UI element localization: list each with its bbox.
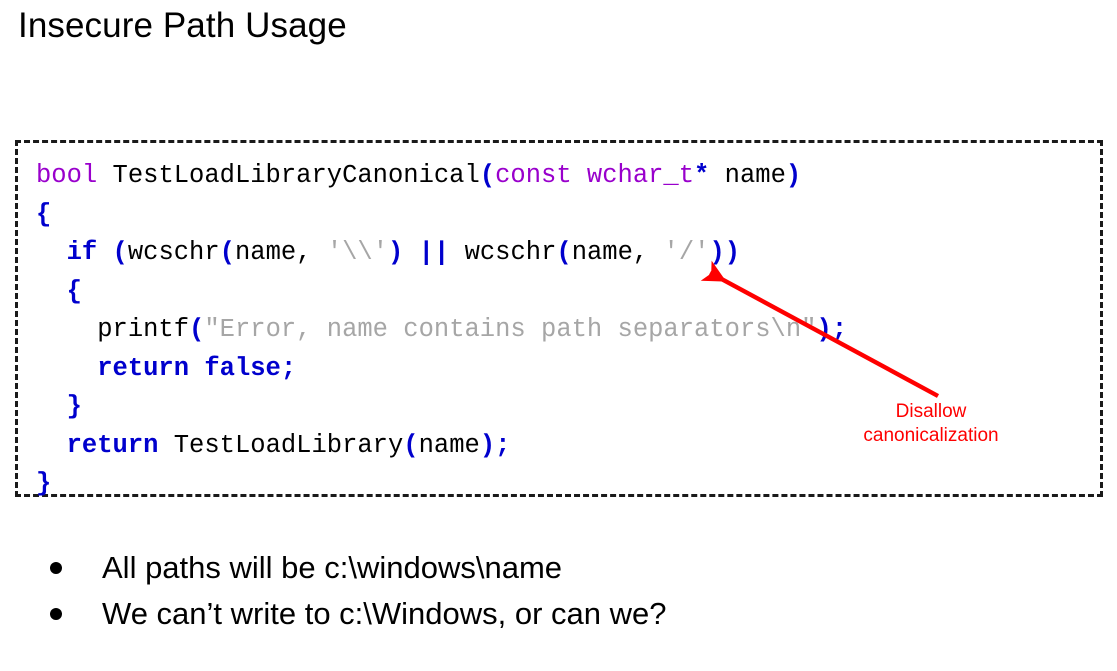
code-token: ( xyxy=(219,238,235,267)
code-token: ); xyxy=(479,430,511,460)
code-token: || xyxy=(418,238,450,267)
list-item-label: All paths will be c:\windows\name xyxy=(102,550,563,585)
code-token: { xyxy=(36,199,52,229)
list-item: We can’t write to c:\Windows, or can we? xyxy=(40,591,667,637)
code-line: } xyxy=(36,465,847,504)
list-item-label: We can’t write to c:\Windows, or can we? xyxy=(102,596,667,631)
code-token: ( xyxy=(112,238,128,267)
code-token: if xyxy=(66,238,98,267)
code-line: printf("Error, name contains path separa… xyxy=(36,311,847,350)
code-token: return false; xyxy=(97,353,297,383)
code-token: name, xyxy=(234,238,327,267)
bullet-dot-icon xyxy=(50,562,62,574)
page-title: Insecure Path Usage xyxy=(18,6,347,45)
code-token: '\\' xyxy=(326,238,389,267)
code-line: return TestLoadLibrary(name); xyxy=(36,427,847,466)
code-token: * xyxy=(694,161,710,190)
code-token: } xyxy=(36,469,52,498)
code-token: return xyxy=(66,430,159,460)
code-token: ) xyxy=(388,238,404,267)
code-token: printf xyxy=(97,315,190,344)
list-item: All paths will be c:\windows\name xyxy=(40,545,667,591)
code-token: '/' xyxy=(663,238,710,267)
code-token: wcschr xyxy=(449,238,557,267)
code-token: bool xyxy=(36,161,98,190)
code-token: name xyxy=(418,430,480,460)
code-line: bool TestLoadLibraryCanonical(const wcha… xyxy=(36,157,847,196)
code-line: { xyxy=(36,273,847,312)
code-token: ( xyxy=(403,430,419,460)
code-token: name, xyxy=(571,238,664,267)
annotation-line-1: Disallow xyxy=(895,401,967,422)
code-token: TestLoadLibrary xyxy=(173,430,404,460)
code-token: wcschr xyxy=(127,238,220,267)
code-token: )) xyxy=(709,238,741,267)
annotation-callout: Disallow canonicalization xyxy=(845,400,1017,448)
code-token: TestLoadLibraryCanonical xyxy=(112,161,480,190)
code-line: { xyxy=(36,196,847,235)
code-line: return false; xyxy=(36,350,847,389)
code-line: if (wcschr(name, '\\') || wcschr(name, '… xyxy=(36,234,847,273)
code-token: { xyxy=(66,276,82,306)
bullet-list: All paths will be c:\windows\name We can’… xyxy=(40,545,667,637)
code-line: } xyxy=(36,388,847,427)
code-token: ) xyxy=(785,161,802,190)
code-token: ); xyxy=(816,315,848,344)
code-token: } xyxy=(66,392,82,421)
code-token: ( xyxy=(479,161,496,190)
code-token: "Error, name contains path separators\n" xyxy=(204,315,817,344)
code-token: const wchar_t xyxy=(495,161,695,190)
bullet-dot-icon xyxy=(50,608,62,620)
code-token: name xyxy=(709,161,786,190)
code-token: ( xyxy=(189,315,205,344)
code-listing: bool TestLoadLibraryCanonical(const wcha… xyxy=(36,157,847,504)
annotation-line-2: canonicalization xyxy=(863,425,999,446)
code-token: ( xyxy=(556,238,572,267)
